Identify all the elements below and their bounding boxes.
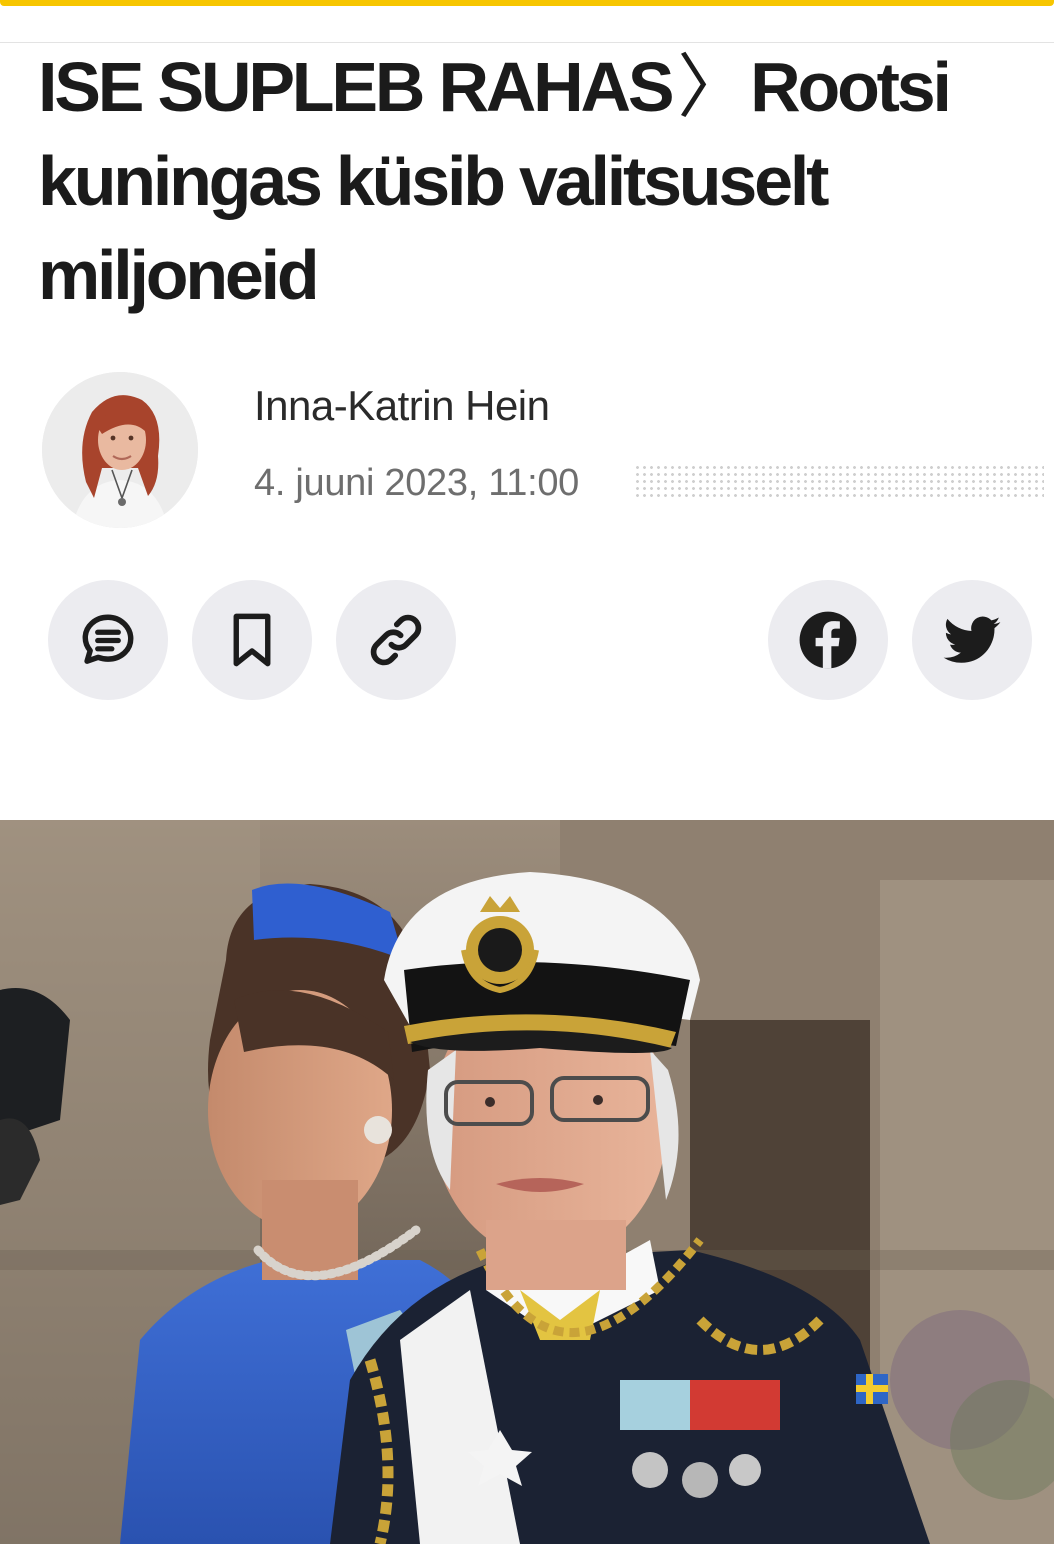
publish-date: 4. juuni 2023, 11:00 (254, 462, 580, 504)
copy-link-button[interactable] (336, 580, 456, 700)
twitter-icon (943, 616, 1001, 663)
author-byline: Inna-Katrin Hein 4. juuni 2023, 11:00 (42, 372, 1044, 532)
bookmark-button[interactable] (192, 580, 312, 700)
facebook-icon (799, 611, 857, 669)
author-avatar[interactable] (42, 372, 198, 528)
author-avatar-photo (42, 372, 198, 528)
twitter-share-button[interactable] (912, 580, 1032, 700)
top-accent-bar (0, 0, 1054, 6)
dotted-divider (634, 464, 1044, 498)
headline-kicker: ISE SUPLEB RAHAS (38, 48, 675, 126)
facebook-share-button[interactable] (768, 580, 888, 700)
comments-button[interactable] (48, 580, 168, 700)
hero-photo[interactable] (0, 820, 1054, 1544)
author-name[interactable]: Inna-Katrin Hein (254, 382, 550, 430)
headline-separator: 〉 (677, 48, 747, 126)
article-page: ISE SUPLEB RAHAS〉Rootsi kuningas küsib v… (0, 0, 1054, 1544)
link-icon (370, 614, 422, 666)
article-headline: ISE SUPLEB RAHAS〉Rootsi kuningas küsib v… (38, 40, 1028, 322)
comment-icon (82, 614, 134, 664)
hero-photo-illustration (0, 820, 1054, 1544)
bookmark-icon (233, 613, 271, 667)
